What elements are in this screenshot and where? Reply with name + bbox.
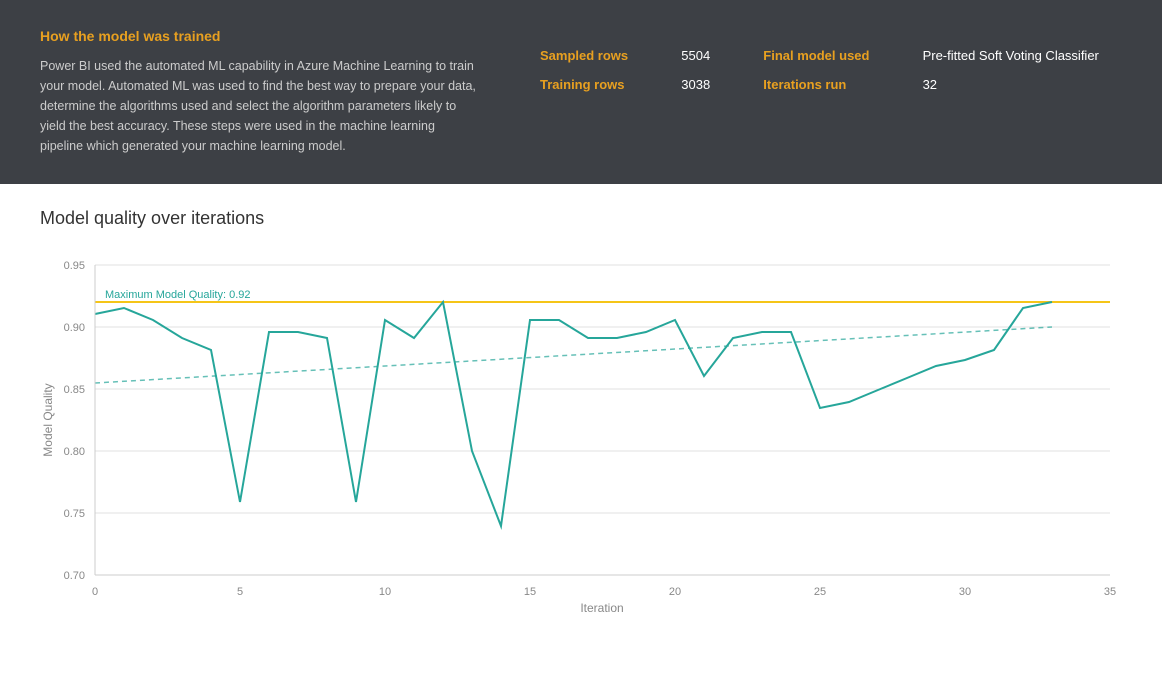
top-panel: How the model was trained Power BI used … bbox=[0, 0, 1162, 184]
sampled-rows-label: Sampled rows bbox=[540, 48, 651, 63]
svg-text:0.70: 0.70 bbox=[64, 570, 85, 582]
svg-text:Maximum Model Quality: 0.92: Maximum Model Quality: 0.92 bbox=[105, 289, 251, 301]
training-rows-value: 3038 bbox=[681, 77, 733, 92]
sampled-rows-value: 5504 bbox=[681, 48, 733, 63]
panel-title: How the model was trained bbox=[40, 28, 480, 44]
svg-text:25: 25 bbox=[814, 586, 826, 598]
chart-title: Model quality over iterations bbox=[40, 208, 1122, 229]
svg-text:15: 15 bbox=[524, 586, 536, 598]
svg-text:30: 30 bbox=[959, 586, 971, 598]
svg-text:0.85: 0.85 bbox=[64, 384, 85, 396]
final-model-value: Pre-fitted Soft Voting Classifier bbox=[923, 48, 1122, 63]
svg-text:35: 35 bbox=[1104, 586, 1116, 598]
svg-text:Iteration: Iteration bbox=[580, 601, 623, 615]
svg-text:0.95: 0.95 bbox=[64, 260, 85, 272]
iterations-label: Iterations run bbox=[763, 77, 892, 92]
svg-text:0: 0 bbox=[92, 586, 98, 598]
chart-container: 0.95 0.90 0.85 0.80 0.75 0.70 0 5 10 bbox=[40, 245, 1122, 625]
svg-text:20: 20 bbox=[669, 586, 681, 598]
stats-block: Sampled rows 5504 Final model used Pre-f… bbox=[540, 28, 1122, 92]
svg-text:5: 5 bbox=[237, 586, 243, 598]
iterations-value: 32 bbox=[923, 77, 1122, 92]
svg-text:0.90: 0.90 bbox=[64, 322, 85, 334]
quality-chart: 0.95 0.90 0.85 0.80 0.75 0.70 0 5 10 bbox=[40, 245, 1122, 625]
svg-text:Model Quality: Model Quality bbox=[41, 383, 55, 456]
training-rows-label: Training rows bbox=[540, 77, 651, 92]
final-model-label: Final model used bbox=[763, 48, 892, 63]
chart-section: Model quality over iterations 0.95 0.90 … bbox=[0, 184, 1162, 645]
panel-description: Power BI used the automated ML capabilit… bbox=[40, 56, 480, 156]
description-block: How the model was trained Power BI used … bbox=[40, 28, 480, 156]
svg-text:10: 10 bbox=[379, 586, 391, 598]
svg-text:0.80: 0.80 bbox=[64, 446, 85, 458]
svg-text:0.75: 0.75 bbox=[64, 508, 85, 520]
